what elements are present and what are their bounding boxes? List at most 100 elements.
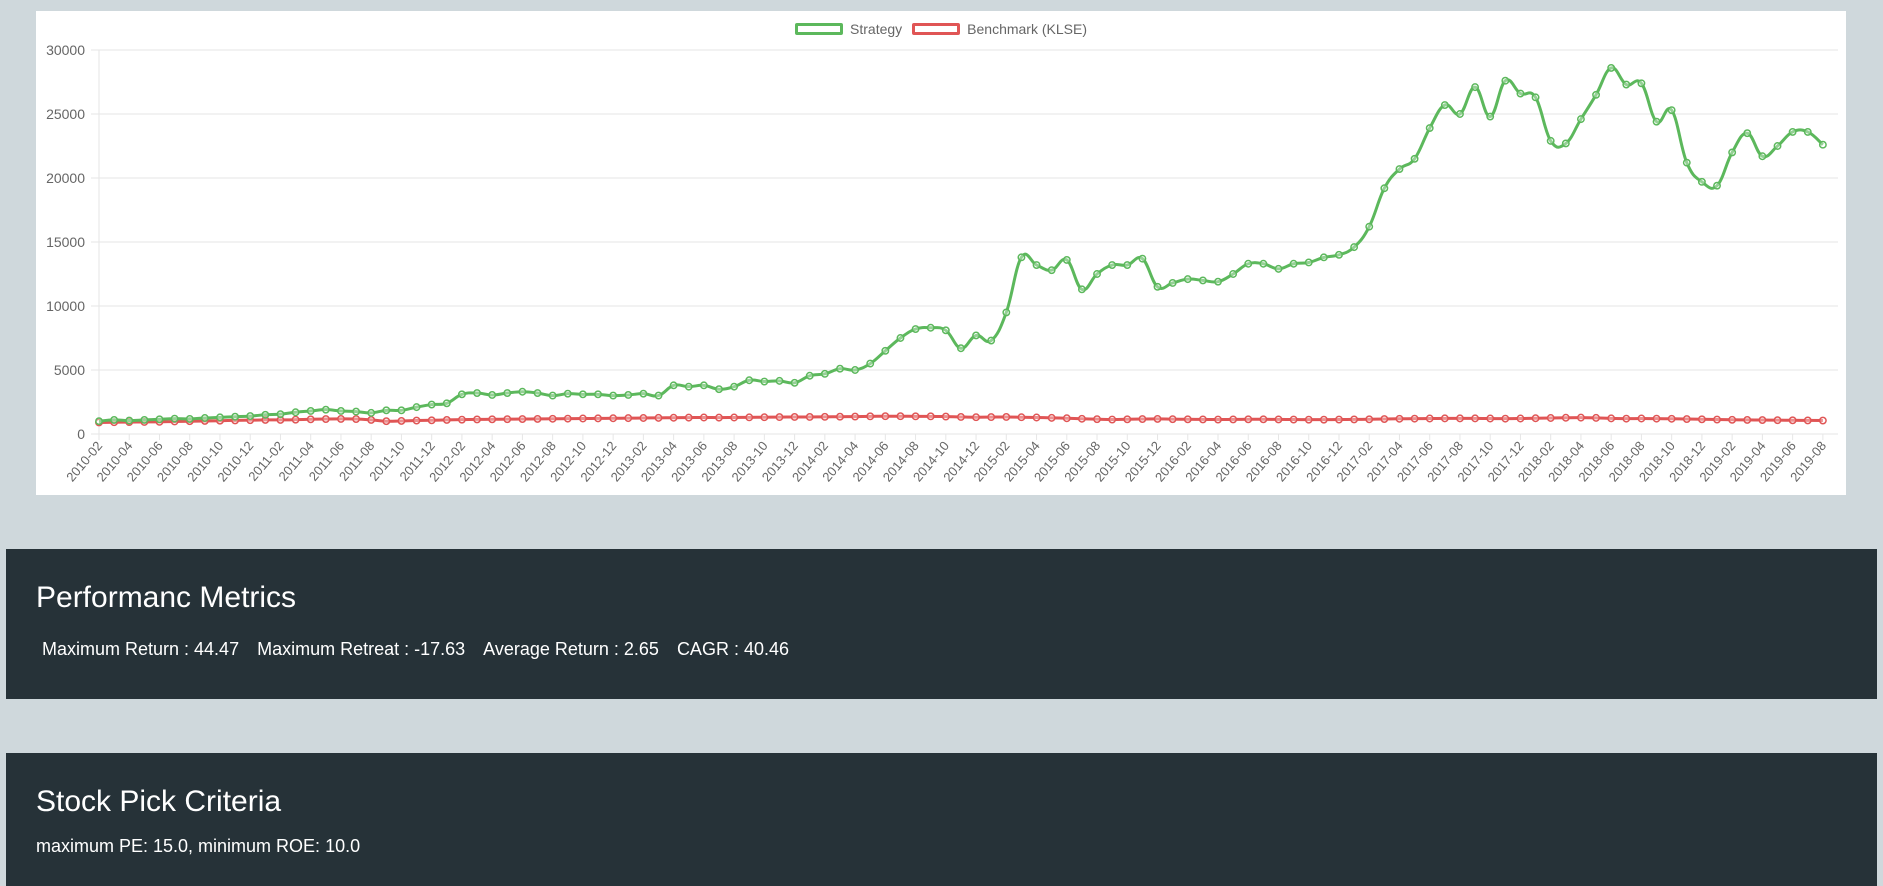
data-point-benchmark[interactable] [1350, 415, 1359, 424]
data-point-benchmark[interactable] [1758, 416, 1767, 424]
data-point-strategy[interactable] [488, 391, 497, 399]
data-point-strategy[interactable] [1047, 266, 1056, 275]
data-point-strategy[interactable] [1803, 127, 1812, 136]
data-point-strategy[interactable] [1486, 112, 1495, 121]
data-point-benchmark[interactable] [1002, 413, 1011, 421]
data-point-strategy[interactable] [1032, 261, 1041, 269]
data-point-benchmark[interactable] [972, 413, 981, 422]
data-point-benchmark[interactable] [548, 414, 557, 423]
data-point-benchmark[interactable] [352, 415, 361, 423]
data-point-benchmark[interactable] [1682, 415, 1691, 423]
data-point-benchmark[interactable] [291, 415, 300, 424]
data-point-strategy[interactable] [352, 407, 361, 416]
data-point-strategy[interactable] [155, 415, 164, 424]
data-point-strategy[interactable] [1335, 250, 1343, 259]
data-point-benchmark[interactable] [1697, 415, 1706, 424]
data-point-benchmark[interactable] [1622, 414, 1631, 423]
data-point-benchmark[interactable] [412, 416, 421, 425]
data-point-strategy[interactable] [1592, 90, 1601, 99]
data-point-strategy[interactable] [836, 364, 844, 373]
data-point-benchmark[interactable] [1788, 416, 1797, 425]
data-point-strategy[interactable] [427, 400, 436, 409]
data-point-strategy[interactable] [881, 346, 890, 355]
data-point-benchmark[interactable] [1456, 414, 1464, 423]
data-point-benchmark[interactable] [1592, 413, 1601, 422]
data-point-strategy[interactable] [1274, 264, 1283, 273]
data-point-benchmark[interactable] [1516, 414, 1525, 423]
data-point-strategy[interactable] [896, 334, 905, 342]
data-point-benchmark[interactable] [336, 414, 345, 423]
data-point-strategy[interactable] [1637, 79, 1646, 88]
data-point-benchmark[interactable] [1062, 414, 1071, 423]
data-point-benchmark[interactable] [488, 415, 497, 424]
data-point-benchmark[interactable] [1153, 414, 1162, 423]
data-point-strategy[interactable] [1728, 148, 1737, 157]
data-point-benchmark[interactable] [442, 415, 451, 424]
data-point-benchmark[interactable] [1743, 415, 1752, 424]
data-point-benchmark[interactable] [745, 413, 754, 422]
data-point-benchmark[interactable] [321, 415, 330, 423]
data-point-benchmark[interactable] [1032, 413, 1041, 422]
data-point-strategy[interactable] [1304, 258, 1313, 267]
data-point-strategy[interactable] [715, 385, 723, 394]
data-point-strategy[interactable] [261, 410, 270, 419]
data-point-benchmark[interactable] [503, 415, 512, 424]
data-point-benchmark[interactable] [1214, 415, 1222, 424]
data-point-strategy[interactable] [1002, 308, 1011, 317]
data-point-benchmark[interactable] [1576, 413, 1585, 422]
data-point-strategy[interactable] [654, 391, 663, 400]
legend-item-strategy[interactable]: Strategy [795, 21, 902, 37]
data-point-strategy[interactable] [972, 331, 981, 340]
data-point-benchmark[interactable] [1667, 414, 1676, 423]
data-point-strategy[interactable] [276, 410, 285, 419]
data-point-benchmark[interactable] [654, 413, 663, 422]
data-point-benchmark[interactable] [1561, 413, 1570, 422]
data-point-strategy[interactable] [624, 391, 633, 399]
data-point-strategy[interactable] [321, 405, 330, 414]
data-point-strategy[interactable] [95, 417, 103, 426]
data-point-strategy[interactable] [216, 413, 224, 422]
data-point-strategy[interactable] [699, 381, 708, 390]
data-point-strategy[interactable] [1546, 136, 1555, 145]
data-point-benchmark[interactable] [715, 413, 723, 422]
data-point-strategy[interactable] [684, 382, 693, 391]
data-point-strategy[interactable] [1743, 129, 1752, 138]
data-point-strategy[interactable] [1713, 181, 1721, 190]
data-point-strategy[interactable] [911, 325, 920, 333]
data-point-strategy[interactable] [1259, 259, 1268, 268]
data-point-strategy[interactable] [442, 399, 451, 408]
data-point-strategy[interactable] [1289, 259, 1298, 268]
data-point-strategy[interactable] [609, 391, 618, 400]
data-point-benchmark[interactable] [836, 412, 844, 421]
data-point-strategy[interactable] [140, 415, 149, 424]
data-point-strategy[interactable] [1244, 259, 1253, 268]
data-point-strategy[interactable] [1062, 255, 1071, 264]
data-point-strategy[interactable] [306, 407, 315, 415]
data-point-benchmark[interactable] [1486, 414, 1495, 423]
data-point-benchmark[interactable] [987, 413, 996, 422]
data-point-strategy[interactable] [110, 415, 119, 424]
data-point-strategy[interactable] [1380, 184, 1389, 193]
data-point-benchmark[interactable] [1229, 415, 1238, 424]
data-point-strategy[interactable] [1818, 140, 1827, 149]
data-point-strategy[interactable] [1425, 124, 1434, 133]
data-point-benchmark[interactable] [306, 415, 315, 424]
data-point-strategy[interactable] [1622, 80, 1631, 89]
data-point-strategy[interactable] [1319, 253, 1328, 262]
data-point-benchmark[interactable] [1259, 415, 1268, 424]
data-point-benchmark[interactable] [866, 412, 875, 421]
data-point-benchmark[interactable] [427, 416, 436, 425]
data-point-benchmark[interactable] [805, 413, 814, 421]
data-point-benchmark[interactable] [382, 417, 391, 426]
data-point-benchmark[interactable] [1304, 415, 1313, 424]
data-point-strategy[interactable] [1138, 254, 1147, 263]
data-point-strategy[interactable] [1561, 139, 1570, 148]
data-point-benchmark[interactable] [624, 414, 633, 423]
data-point-benchmark[interactable] [1380, 415, 1389, 423]
data-point-strategy[interactable] [760, 377, 769, 386]
data-point-benchmark[interactable] [1395, 414, 1404, 423]
data-point-strategy[interactable] [125, 416, 134, 425]
legend-item-benchmark[interactable]: Benchmark (KLSE) [912, 21, 1087, 37]
data-point-strategy[interactable] [1183, 275, 1192, 284]
data-point-strategy[interactable] [594, 390, 602, 399]
